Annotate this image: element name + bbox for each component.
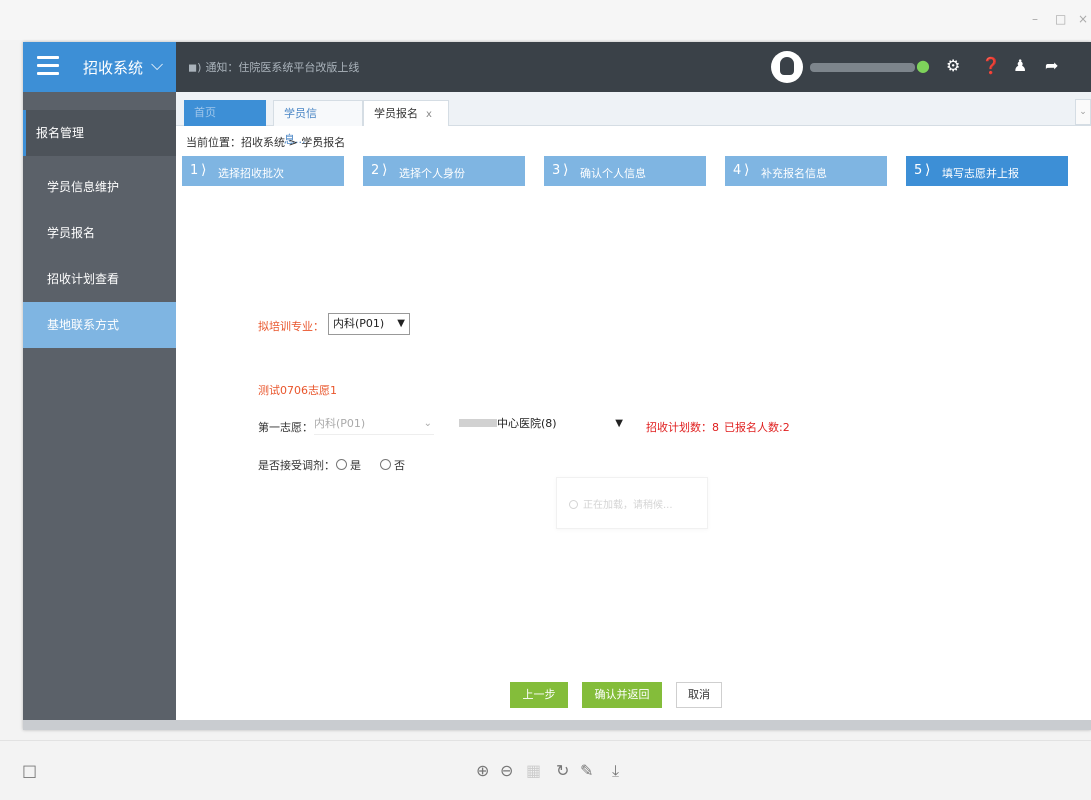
zoom-in-icon[interactable]: ⊕ [476, 763, 489, 779]
avatar[interactable] [771, 51, 803, 83]
system-title: 招收系统 [83, 59, 144, 77]
chevron-down-icon: ▼ [615, 418, 623, 429]
minimize-button[interactable]: – [1032, 12, 1038, 26]
viewer-toolbar: □ ⊕ ⊖ ▦ ↻ ✎ ⤓ [0, 740, 1091, 800]
maximize-button[interactable]: □ [1055, 12, 1066, 26]
notice-bar[interactable]: ◼) 通知：住院医系统平台改版上线 [188, 59, 359, 75]
chevron-down-icon[interactable]: ⌵ [151, 55, 163, 75]
major-label: 拟培训专业： [258, 320, 324, 333]
chevron-down-icon: ⌄ [423, 418, 432, 429]
adjust-yes-radio[interactable]: 是 [336, 457, 361, 473]
main-content: 首页 学员信息... x 学员报名 x ⌄ 当前位置：招收系统 > 学员报名 1 ⟩ 选… [176, 92, 1091, 730]
sidebar-group-registration[interactable]: 报名管理 [23, 110, 176, 156]
applied-count: 已报名人数:2 [724, 421, 790, 434]
wish-title: 测试0706志愿1 [258, 384, 337, 397]
confirm-return-button[interactable]: 确认并返回 [582, 682, 662, 708]
user-name[interactable] [810, 63, 915, 72]
radio-icon [380, 459, 391, 470]
logout-icon[interactable]: ➦ [1045, 57, 1058, 75]
window-icon[interactable]: □ [22, 763, 37, 779]
cancel-button[interactable]: 取消 [676, 682, 722, 708]
help-icon[interactable]: ❓ [981, 57, 1001, 75]
adjust-no-radio[interactable]: 否 [380, 457, 405, 473]
app-footer [23, 720, 1091, 730]
redacted-text [459, 419, 497, 427]
menu-icon[interactable] [37, 56, 59, 76]
download-icon[interactable]: ⤓ [612, 763, 619, 779]
top-navbar: 招收系统 ⌵ ◼) 通知：住院医系统平台改版上线 ● ⚙ ❓ ♟ ➦ [23, 42, 1091, 92]
wish-form: 拟培训专业： 内科(P01) ▼ 测试0706志愿1 第一志愿： 内科(P01) ⌄… [176, 92, 1091, 730]
sidebar-item-student-registration[interactable]: 学员报名 [23, 210, 176, 256]
wechat-icon[interactable]: ● [916, 57, 930, 75]
first-wish-major-select[interactable]: 内科(P01) ⌄ [314, 413, 434, 435]
close-button[interactable]: × [1078, 12, 1088, 26]
app-window: 招收系统 ⌵ ◼) 通知：住院医系统平台改版上线 ● ⚙ ❓ ♟ ➦ 报名管理 学… [23, 42, 1091, 730]
spinner-icon [569, 500, 578, 509]
zoom-out-icon[interactable]: ⊖ [500, 763, 513, 779]
gear-icon[interactable]: ⚙ [946, 57, 960, 75]
sidebar-item-enrollment-plan[interactable]: 招收计划查看 [23, 256, 176, 302]
first-wish-label: 第一志愿： [258, 421, 313, 434]
prev-step-button[interactable]: 上一步 [510, 682, 568, 708]
fit-page-icon[interactable]: ▦ [526, 763, 541, 779]
chevron-down-icon: ▼ [397, 318, 405, 329]
brand-menu[interactable]: 招收系统 ⌵ [23, 42, 176, 92]
sidebar: 报名管理 学员信息维护 学员报名 招收计划查看 基地联系方式 [23, 92, 176, 730]
viewer-titlebar: – □ × [0, 0, 1091, 40]
notice-text: 通知：住院医系统平台改版上线 [205, 61, 360, 74]
user-switch-icon[interactable]: ♟ [1013, 57, 1027, 75]
speaker-icon: ◼) [188, 61, 202, 74]
first-wish-hospital-select[interactable]: 中心医院(8) ▼ [459, 413, 625, 435]
edit-icon[interactable]: ✎ [580, 763, 593, 779]
major-select[interactable]: 内科(P01) ▼ [328, 313, 410, 335]
adjust-label: 是否接受调剂： [258, 459, 335, 472]
loading-overlay: 正在加载，请稍候... [556, 477, 708, 529]
plan-count: 招收计划数：8 [646, 421, 719, 434]
radio-icon [336, 459, 347, 470]
rotate-icon[interactable]: ↻ [556, 763, 569, 779]
sidebar-item-student-info[interactable]: 学员信息维护 [23, 164, 176, 210]
sidebar-item-base-contact[interactable]: 基地联系方式 [23, 302, 176, 348]
